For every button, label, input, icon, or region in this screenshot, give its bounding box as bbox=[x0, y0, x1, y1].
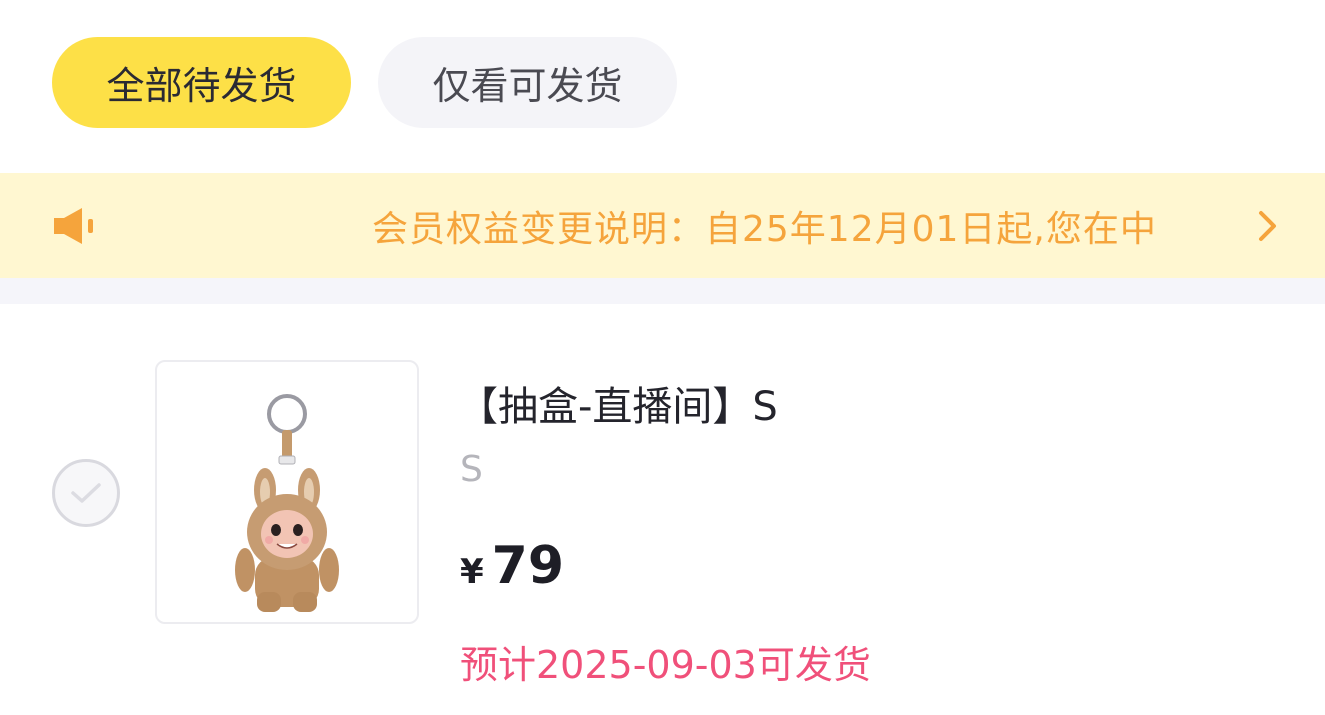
ship-date-status: 预计2025-09-03可发货 bbox=[460, 643, 871, 687]
product-title[interactable]: 【抽盒-直播间】S bbox=[458, 374, 778, 432]
speaker-icon bbox=[54, 208, 93, 244]
product-item: 【抽盒-直播间】S S ¥ 79 预计2025-09-03可发货 bbox=[0, 304, 1325, 715]
product-price: ¥ 79 bbox=[460, 536, 564, 596]
filter-only-shippable-button[interactable]: 仅看可发货 bbox=[378, 37, 677, 128]
filter-bar: 全部待发货 仅看可发货 bbox=[52, 37, 677, 128]
notice-text: 会员权益变更说明：自25年12月01日起,您在中 bbox=[372, 208, 1157, 250]
price-value: 79 bbox=[491, 536, 565, 596]
chevron-right-icon[interactable] bbox=[1252, 207, 1284, 245]
select-item-checkbox[interactable] bbox=[52, 459, 120, 527]
check-icon bbox=[71, 483, 101, 503]
product-image[interactable] bbox=[155, 360, 419, 624]
price-currency: ¥ bbox=[460, 552, 484, 592]
plush-keychain-image bbox=[235, 394, 339, 612]
section-divider bbox=[0, 278, 1325, 304]
filter-all-pending-button[interactable]: 全部待发货 bbox=[52, 37, 351, 128]
page: 全部待发货 仅看可发货 会员权益变更说明：自25年12月01日起,您在中 【抽盒… bbox=[0, 0, 1325, 715]
product-spec: S bbox=[460, 449, 483, 490]
notice-banner[interactable]: 会员权益变更说明：自25年12月01日起,您在中 bbox=[0, 173, 1325, 278]
